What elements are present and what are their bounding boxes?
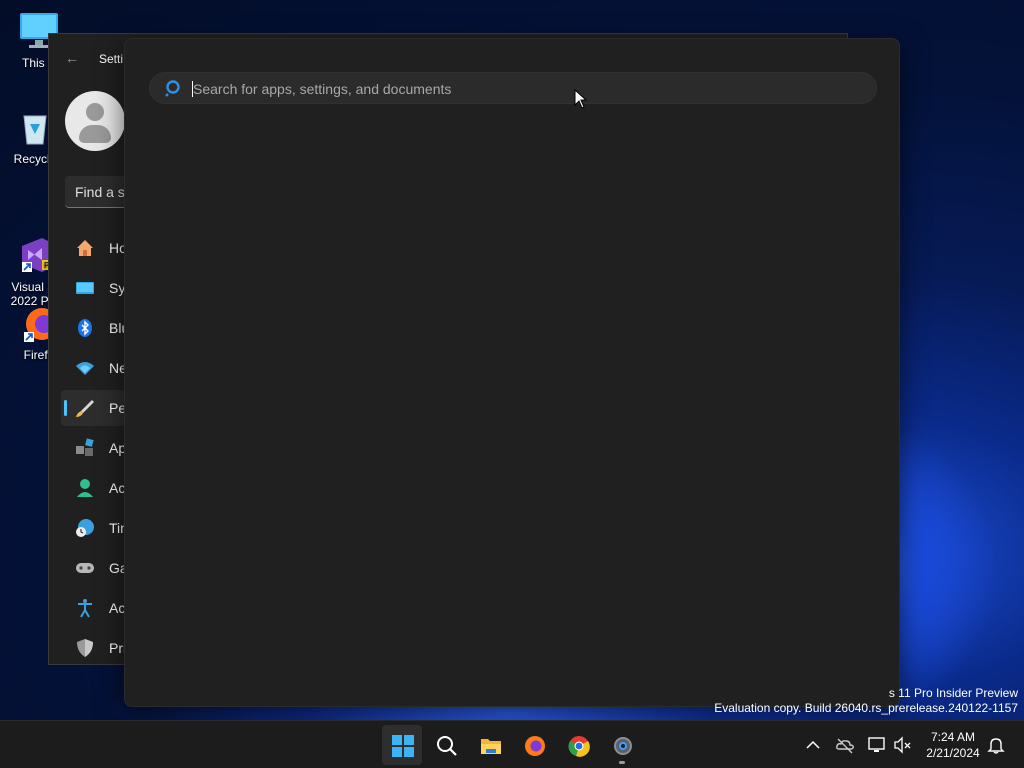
network-monitor-icon[interactable] <box>867 735 887 755</box>
gaming-icon <box>75 558 95 578</box>
search-flyout <box>124 38 900 707</box>
search-input[interactable] <box>193 78 853 100</box>
user-avatar[interactable] <box>65 91 125 151</box>
folder-icon <box>481 739 501 754</box>
taskbar-search-button[interactable] <box>426 725 466 765</box>
chrome-icon <box>568 736 590 757</box>
settings-gear-icon <box>614 737 632 755</box>
chevron-up-icon[interactable] <box>803 735 823 755</box>
time-language-icon <box>75 518 95 538</box>
mouse-cursor-icon <box>574 89 588 109</box>
search-icon <box>165 80 183 98</box>
system-clock[interactable]: 7:24 AM 2/21/2024 <box>918 729 988 761</box>
windows-start-icon <box>392 735 414 757</box>
taskbar-file-explorer[interactable] <box>470 725 510 765</box>
system-icon <box>75 278 95 298</box>
search-box[interactable] <box>149 72 877 104</box>
personalization-icon <box>75 398 95 418</box>
nav-label: Ac <box>109 600 126 616</box>
bluetooth-icon <box>75 318 95 338</box>
back-arrow-icon[interactable]: ← <box>65 50 79 66</box>
taskbar-settings[interactable] <box>602 725 642 765</box>
notification-bell-icon[interactable] <box>986 735 1006 755</box>
watermark-line-1: s 11 Pro Insider Preview <box>888 686 1018 700</box>
taskbar-start-button[interactable] <box>382 725 422 765</box>
running-indicator <box>619 761 625 764</box>
accounts-icon <box>75 478 95 498</box>
search-icon <box>437 736 457 756</box>
volume-muted-icon[interactable] <box>893 735 913 755</box>
onedrive-cloud-icon[interactable] <box>835 735 855 755</box>
privacy-shield-icon <box>75 638 95 658</box>
taskbar: 7:24 AM 2/21/2024 <box>0 720 1024 768</box>
evaluation-watermark: s 11 Pro Insider Preview Evaluation copy… <box>714 686 1018 716</box>
avatar-head <box>86 103 104 121</box>
watermark-line-2: Evaluation copy. Build 26040.rs_prerelea… <box>714 701 1018 715</box>
apps-icon <box>75 438 95 458</box>
home-icon <box>75 238 95 258</box>
avatar-body <box>79 125 111 143</box>
active-indicator <box>64 400 67 416</box>
firefox-icon <box>525 736 545 756</box>
taskbar-chrome[interactable] <box>558 725 598 765</box>
network-icon <box>75 358 95 378</box>
taskbar-firefox[interactable] <box>514 725 554 765</box>
accessibility-icon <box>75 598 95 618</box>
clock-time: 7:24 AM <box>930 730 976 744</box>
nav-label: Ac <box>109 480 126 496</box>
window-title: Setti <box>99 52 124 66</box>
clock-date: 2/21/2024 <box>926 746 980 760</box>
